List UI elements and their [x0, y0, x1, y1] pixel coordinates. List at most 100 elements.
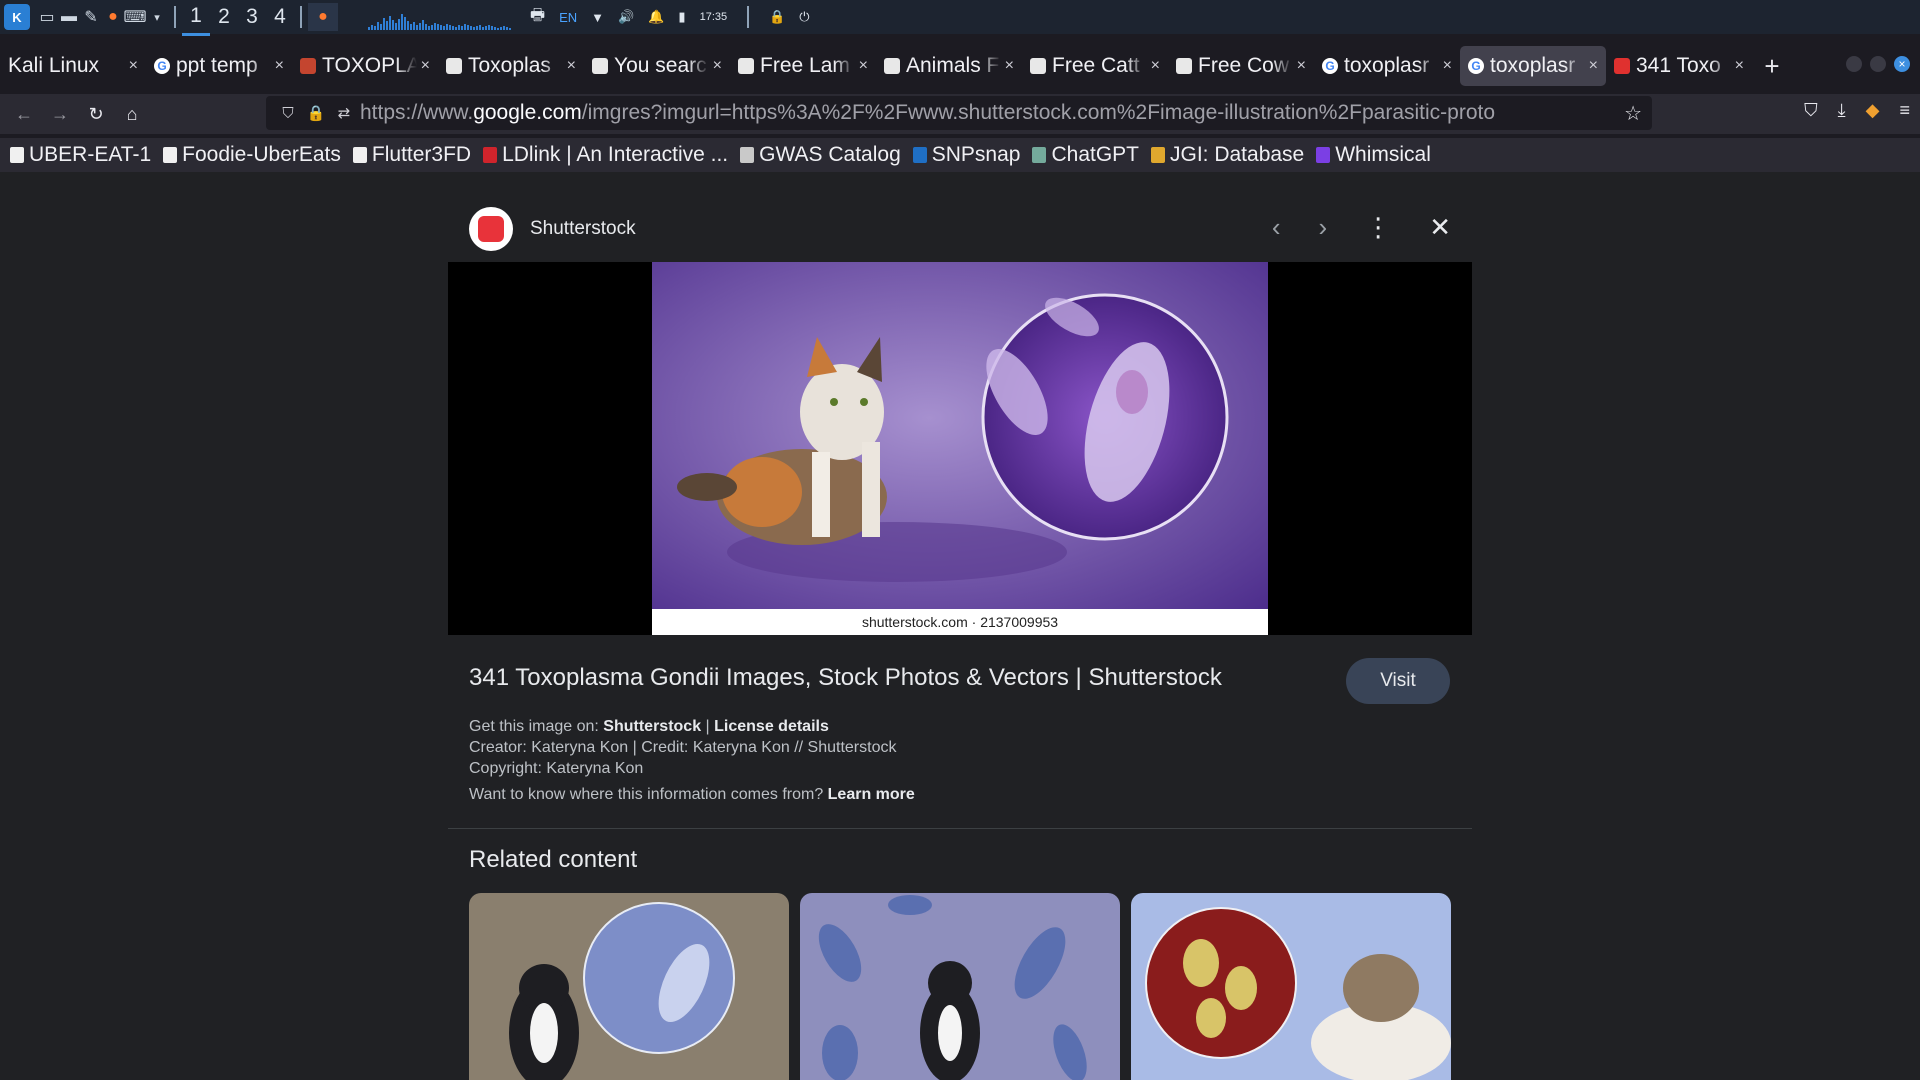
clock[interactable]: 17:35 — [700, 11, 728, 23]
url-text[interactable]: https://www.google.com/imgres?imgurl=htt… — [360, 101, 1630, 125]
next-image-button[interactable]: › — [1319, 212, 1328, 243]
close-viewer-button[interactable]: ✕ — [1429, 212, 1451, 243]
page-content: Shutterstock ‹ › ⋮ ✕ shutterstock.com · … — [0, 172, 1920, 1080]
source-name[interactable]: Shutterstock — [530, 218, 636, 240]
bookmark-star-icon[interactable]: ☆ — [1624, 101, 1642, 126]
browser-tab[interactable]: Free Lam × — [730, 46, 876, 86]
navigation-bar: ← → ↻ ⌂ ⛉ 🔒 ⇄ https://www.google.com/img… — [0, 94, 1920, 134]
bookmark-item[interactable]: Foodie-UberEats — [163, 143, 341, 167]
tab-favicon-icon: G — [1322, 58, 1338, 74]
browser-tab[interactable]: Gtoxoplasr × — [1314, 46, 1460, 86]
keyboard-layout[interactable]: EN — [559, 10, 577, 25]
previous-image-button[interactable]: ‹ — [1272, 212, 1281, 243]
tab-close-icon[interactable]: × — [1151, 57, 1160, 75]
browser-tab[interactable]: Free Catt × — [1022, 46, 1168, 86]
shield-icon[interactable]: ⛉ — [276, 105, 300, 122]
kali-menu-button[interactable]: K — [4, 0, 30, 34]
lock-icon[interactable]: 🔒 — [304, 104, 328, 122]
workspace-1[interactable]: 1 — [182, 0, 210, 36]
volume-icon[interactable]: 🔊 — [618, 9, 634, 25]
pocket-icon[interactable]: ⛉ — [1804, 100, 1818, 121]
tab-favicon-icon — [1176, 58, 1192, 74]
workspace-4[interactable]: 4 — [266, 0, 294, 34]
browser-tab[interactable]: Toxoplas × — [438, 46, 584, 86]
more-options-icon[interactable]: ⋮ — [1365, 212, 1391, 243]
bookmark-favicon-icon — [1316, 147, 1331, 163]
back-button[interactable]: ← — [6, 104, 42, 125]
workspace-3[interactable]: 3 — [238, 0, 266, 34]
file-manager-icon[interactable]: ▬ — [58, 7, 80, 27]
url-prefix: https://www. — [360, 101, 474, 124]
tab-close-icon[interactable]: × — [1589, 57, 1598, 75]
browser-tab[interactable]: 341 Toxo × — [1606, 46, 1752, 86]
tab-close-icon[interactable]: × — [421, 57, 430, 75]
related-thumbnail-2[interactable] — [800, 893, 1120, 1080]
close-window-button[interactable]: × — [1894, 56, 1910, 72]
bookmark-item[interactable]: Whimsical — [1316, 143, 1431, 167]
bookmark-label: JGI: Database — [1170, 143, 1305, 166]
bookmark-item[interactable]: JGI: Database — [1151, 143, 1304, 167]
printer-icon[interactable]: 🖶 — [530, 4, 545, 31]
bookmark-item[interactable]: UBER-EAT-1 — [10, 143, 151, 167]
bookmark-label: SNPsnap — [931, 143, 1021, 166]
system-tray: 🖶 EN ▼ 🔊 🔔 ▮ 17:35 🔒 ⏻ — [530, 4, 810, 31]
bookmark-label: ChatGPT — [1051, 143, 1139, 166]
bookmark-item[interactable]: ChatGPT — [1032, 143, 1139, 167]
tab-close-icon[interactable]: × — [567, 57, 576, 75]
extension-icon[interactable]: ◆ — [1866, 100, 1880, 121]
new-tab-button[interactable]: + — [1752, 51, 1792, 82]
tab-close-icon[interactable]: × — [859, 57, 868, 75]
tab-close-icon[interactable]: × — [1443, 57, 1452, 75]
shutterstock-logo-icon[interactable] — [469, 207, 513, 251]
chevron-down-icon[interactable]: ▾ — [146, 7, 168, 27]
tab-close-icon[interactable]: × — [275, 57, 284, 75]
get-image-source-link[interactable]: Shutterstock — [603, 718, 701, 735]
browser-tab[interactable]: TOXOPLA × — [292, 46, 438, 86]
visit-button[interactable]: Visit — [1346, 658, 1450, 704]
bookmark-item[interactable]: GWAS Catalog — [740, 143, 901, 167]
browser-tab[interactable]: Free Cow × — [1168, 46, 1314, 86]
network-icon[interactable]: ▼ — [591, 10, 604, 25]
minimize-button[interactable] — [1846, 56, 1862, 72]
tab-close-icon[interactable]: × — [1735, 57, 1744, 75]
tab-close-icon[interactable]: × — [129, 57, 138, 75]
related-thumbnail-3[interactable] — [1131, 893, 1451, 1080]
browser-tab[interactable]: You searc × — [584, 46, 730, 86]
notification-bell-icon[interactable]: 🔔 — [648, 9, 664, 25]
tab-close-icon[interactable]: × — [1297, 57, 1306, 75]
image-title[interactable]: 341 Toxoplasma Gondii Images, Stock Phot… — [469, 664, 1222, 692]
menu-icon[interactable]: ≡ — [1899, 100, 1910, 121]
downloads-icon[interactable]: ⤓ — [1838, 100, 1846, 121]
firefox-icon[interactable]: ● — [102, 7, 124, 27]
reload-button[interactable]: ↻ — [78, 104, 114, 125]
tab-label: ppt temp — [176, 54, 258, 77]
browser-tab[interactable]: Gppt temp × — [146, 46, 292, 86]
firefox-window-icon[interactable]: ● — [308, 3, 338, 31]
permissions-icon[interactable]: ⇄ — [332, 104, 356, 122]
workspace-2[interactable]: 2 — [210, 0, 238, 34]
text-editor-icon[interactable]: ✎ — [80, 7, 102, 27]
url-bar[interactable]: ⛉ 🔒 ⇄ https://www.google.com/imgres?imgu… — [266, 96, 1652, 130]
bookmark-item[interactable]: LDlink | An Interactive ... — [483, 143, 728, 167]
browser-tab[interactable]: Kali Linux × — [0, 46, 146, 86]
license-details-link[interactable]: License details — [714, 718, 829, 735]
related-thumbnail-1[interactable] — [469, 893, 789, 1080]
battery-icon[interactable]: ▮ — [678, 9, 685, 25]
logout-icon[interactable]: ⏻ — [799, 9, 809, 25]
tab-close-icon[interactable]: × — [713, 57, 722, 75]
tab-close-icon[interactable]: × — [1005, 57, 1014, 75]
browser-tab[interactable]: Animals F × — [876, 46, 1022, 86]
forward-button[interactable]: → — [42, 104, 78, 125]
browser-tab[interactable]: Gtoxoplasr × — [1460, 46, 1606, 86]
desktop-icon[interactable]: ▭ — [36, 7, 58, 27]
lock-screen-icon[interactable]: 🔒 — [769, 9, 785, 25]
image-viewer-panel: Shutterstock ‹ › ⋮ ✕ shutterstock.com · … — [448, 172, 1472, 1080]
preview-image[interactable] — [652, 262, 1268, 609]
terminal-icon[interactable]: ⌨ — [123, 7, 146, 27]
bookmark-item[interactable]: SNPsnap — [912, 143, 1021, 167]
creator-line: Creator: Kateryna Kon | Credit: Kateryna… — [469, 739, 897, 756]
learn-more-link[interactable]: Learn more — [828, 786, 915, 803]
maximize-button[interactable] — [1870, 56, 1886, 72]
bookmark-item[interactable]: Flutter3FD — [352, 143, 471, 167]
home-button[interactable]: ⌂ — [114, 104, 150, 125]
